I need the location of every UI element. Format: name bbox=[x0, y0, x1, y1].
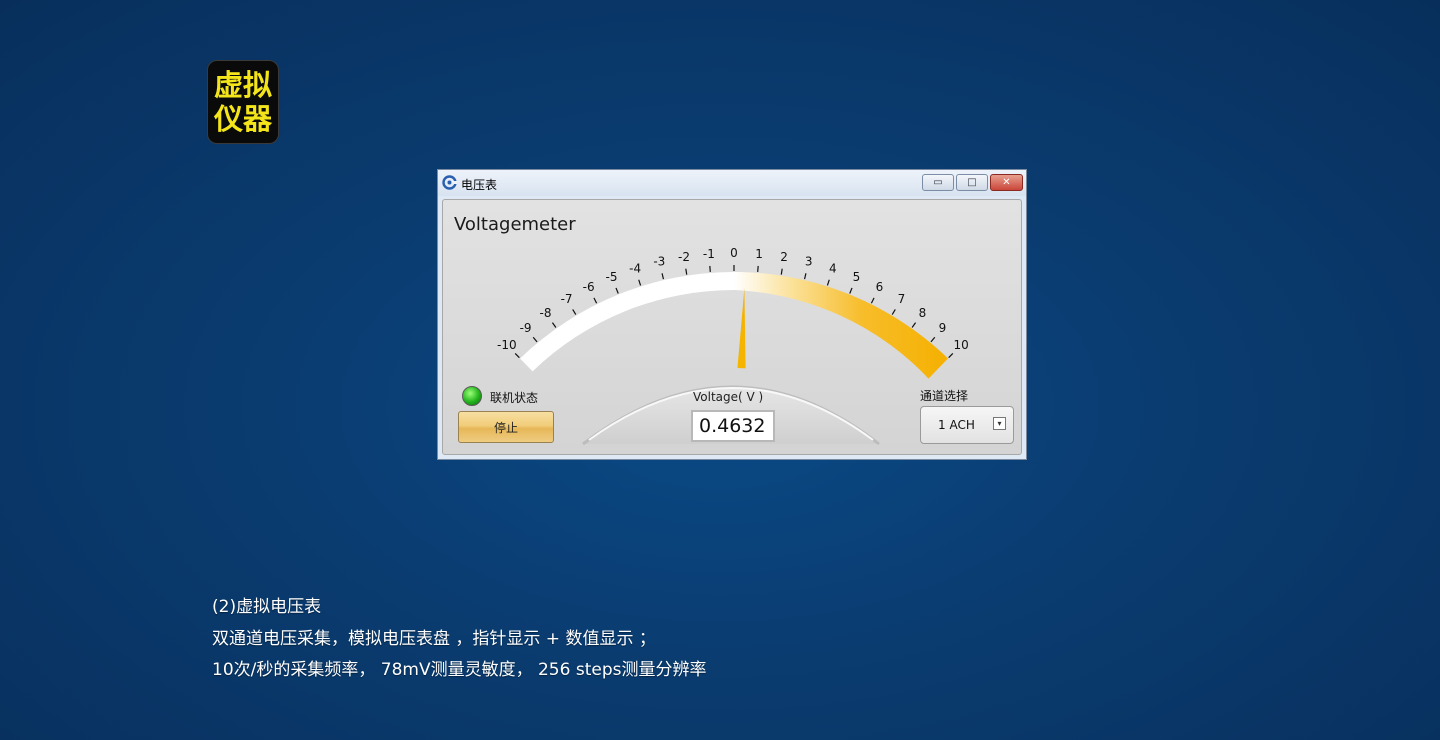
app-logo: 虚拟 仪器 bbox=[207, 60, 279, 144]
gauge-tick-label: 7 bbox=[898, 292, 906, 306]
gauge-tick bbox=[532, 336, 538, 343]
minimize-button[interactable]: ▭ bbox=[922, 174, 954, 191]
positive-band bbox=[734, 272, 948, 379]
gauge-tick-label: 8 bbox=[919, 306, 927, 320]
gauge-tick bbox=[891, 309, 896, 315]
gauge-tick bbox=[826, 279, 830, 286]
status-led bbox=[462, 386, 482, 406]
gauge-tick-label: 1 bbox=[755, 247, 763, 261]
stop-button-label: 停止 bbox=[493, 420, 518, 435]
gauge-tick-label: 10 bbox=[954, 338, 969, 352]
maximize-button[interactable]: □ bbox=[956, 174, 988, 191]
voltage-label: Voltage( V ) bbox=[693, 390, 764, 404]
gauge-tick bbox=[638, 279, 642, 286]
gauge-tick bbox=[780, 268, 783, 275]
caption-title: (2)虚拟电压表 bbox=[212, 597, 322, 617]
gauge-tick bbox=[615, 287, 619, 294]
negative-band bbox=[520, 272, 734, 372]
gauge-tick-label: -6 bbox=[583, 280, 595, 294]
gauge-tick-label: 3 bbox=[805, 255, 813, 269]
gauge-tick bbox=[593, 297, 598, 304]
gauge-tick bbox=[948, 352, 954, 359]
gauge-tick bbox=[911, 322, 917, 328]
voltmeter-window: 电压表 ▭ □ ✕ Voltagemeter -10 -9 -8 -7 -6 -… bbox=[437, 169, 1027, 460]
gauge-tick-label: -3 bbox=[653, 255, 665, 269]
maximize-icon: □ bbox=[967, 177, 977, 188]
logo-line-1: 虚拟 bbox=[213, 68, 272, 102]
status-label: 联机状态 bbox=[490, 391, 539, 405]
gauge-tick-label: 5 bbox=[853, 270, 861, 284]
gauge-tick-label: 0 bbox=[730, 246, 738, 260]
gauge-tick bbox=[551, 322, 557, 328]
minimize-icon: ▭ bbox=[933, 177, 943, 188]
gauge-tick bbox=[661, 273, 665, 280]
gauge-tick-label: -2 bbox=[678, 250, 690, 264]
logo-line-2: 仪器 bbox=[213, 102, 272, 136]
meter-panel: Voltagemeter -10 -9 -8 -7 -6 -5 -4 -3 -2 -1 0 1 2 bbox=[442, 199, 1022, 455]
gauge-tick bbox=[685, 268, 688, 275]
gauge-tick bbox=[803, 273, 807, 280]
gauge-tick bbox=[930, 336, 936, 343]
app-icon bbox=[442, 175, 457, 190]
channel-value: 1 ACH bbox=[938, 418, 975, 432]
channel-select[interactable]: 1 ACH ▾ bbox=[920, 406, 1014, 444]
gauge-tick bbox=[514, 352, 520, 359]
gauge-tick-label: -1 bbox=[703, 247, 715, 261]
caption-line-2: 10次/秒的采集频率， 78mV测量灵敏度， 256 steps测量分辨率 bbox=[212, 660, 707, 680]
gauge-tick bbox=[870, 297, 875, 304]
gauge-tick-label: -4 bbox=[629, 261, 641, 275]
gauge-tick bbox=[849, 287, 853, 294]
gauge-tick-label: -7 bbox=[561, 292, 573, 306]
gauge-tick-label: -8 bbox=[540, 306, 552, 320]
gauge-tick-label: 6 bbox=[876, 280, 884, 294]
caption-line-1: 双通道电压采集，模拟电压表盘 ，指针显示 + 数值显示 ； bbox=[212, 629, 656, 649]
voltage-value-display: 0.4632 bbox=[691, 410, 775, 442]
gauge-tick-label: -10 bbox=[497, 338, 517, 352]
chevron-down-icon[interactable]: ▾ bbox=[993, 417, 1006, 430]
gauge-tick-label: 9 bbox=[939, 321, 947, 335]
close-button[interactable]: ✕ bbox=[990, 174, 1023, 191]
needle bbox=[737, 288, 746, 369]
channel-label: 通道选择 bbox=[920, 389, 969, 403]
window-title: 电压表 bbox=[461, 178, 498, 192]
gauge-tick-label: 4 bbox=[829, 261, 837, 275]
gauge-tick-label: -5 bbox=[606, 270, 618, 284]
gauge-tick-label: -9 bbox=[520, 321, 532, 335]
gauge-tick-label: 2 bbox=[780, 250, 788, 264]
title-bar[interactable]: 电压表 ▭ □ ✕ bbox=[438, 170, 1026, 196]
stop-button[interactable]: 停止 bbox=[458, 411, 554, 443]
close-icon: ✕ bbox=[1002, 177, 1011, 188]
gauge-tick bbox=[572, 309, 577, 315]
